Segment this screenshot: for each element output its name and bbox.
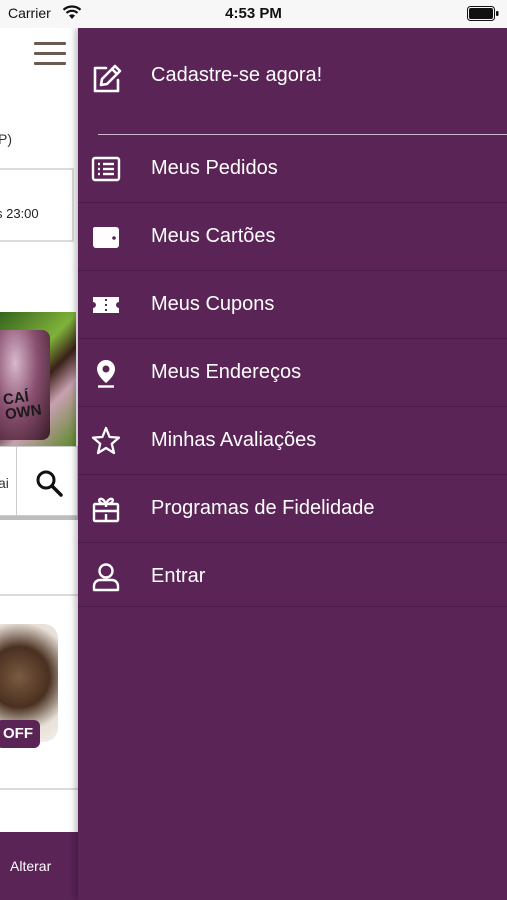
register-label: Cadastre-se agora! [151,64,323,86]
gift-icon [90,493,122,525]
acai-cup-image [0,330,50,440]
menu-item-minhas-avaliacoes[interactable]: Minhas Avaliações [78,407,507,475]
user-icon [90,561,122,593]
menu-item-label: Meus Pedidos [151,157,278,179]
divider [0,516,78,520]
divider [0,788,78,790]
store-banner-image: CAÍ OWN [0,312,76,446]
search-input-text: ai [0,475,9,491]
menu-item-meus-pedidos[interactable]: Meus Pedidos [78,135,507,203]
list-icon [90,153,122,185]
register-item[interactable]: Cadastre-se agora! [78,28,507,132]
alterar-button[interactable]: Alterar [10,858,51,874]
menu-item-meus-cartoes[interactable]: Meus Cartões [78,203,507,271]
store-info-text: P) [0,131,12,147]
divider [0,594,78,596]
discount-badge: OFF [0,720,40,748]
search-button[interactable] [16,446,78,516]
hamburger-menu-icon[interactable] [34,42,66,68]
edit-icon [90,62,124,96]
ticket-icon [90,289,122,321]
wallet-icon [90,221,122,253]
menu-item-label: Meus Cartões [151,225,276,247]
battery-icon [467,6,499,21]
menu-item-programas-de-fidelidade[interactable]: Programas de Fidelidade [78,475,507,543]
menu-item-label: Programas de Fidelidade [151,497,375,519]
drawer-menu: Meus Pedidos Meus Cartões Meus Cupons Me… [78,135,507,607]
status-bar: Carrier 4:53 PM [0,0,507,28]
opening-hours-text: s 23:00 [0,206,39,221]
menu-item-entrar[interactable]: Entrar [78,543,507,607]
star-icon [90,425,122,457]
banner-logo-text: CAÍ OWN [1,388,43,424]
menu-item-label: Entrar [151,565,206,587]
hours-box [0,168,74,242]
search-icon [35,469,63,497]
status-time: 4:53 PM [225,5,282,22]
menu-item-label: Minhas Avaliações [151,429,317,451]
bottom-bar: Alterar [0,832,78,900]
background-page: P) s 23:00 CAÍ OWN ai OFF Alterar [0,28,78,900]
location-pin-icon [90,357,122,389]
side-drawer: Cadastre-se agora! Meus Pedidos Meus Car… [78,28,507,900]
menu-item-label: Meus Cupons [151,293,275,315]
menu-item-meus-cupons[interactable]: Meus Cupons [78,271,507,339]
menu-item-meus-enderecos[interactable]: Meus Endereços [78,339,507,407]
menu-item-label: Meus Endereços [151,361,302,383]
